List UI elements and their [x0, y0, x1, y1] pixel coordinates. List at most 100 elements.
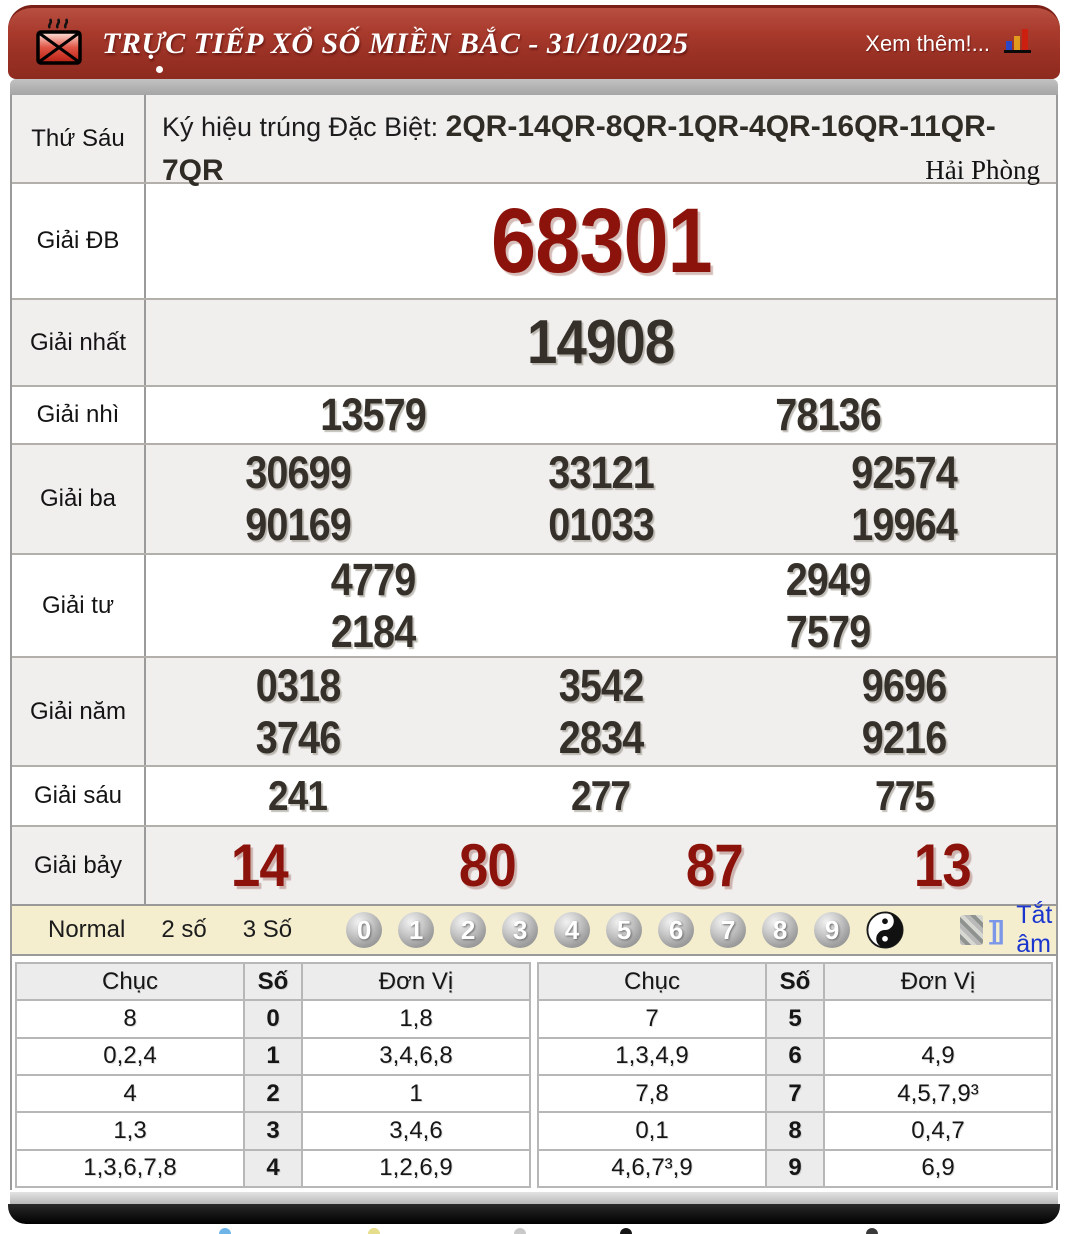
tens-cell: 7,8 [537, 1073, 767, 1114]
table-row: 0,1 8 0,4,7 [537, 1111, 1053, 1151]
tens-cell: 1,3 [15, 1111, 245, 1151]
column-header: Đơn Vị [823, 961, 1053, 1002]
column-header: Chục [537, 961, 767, 1002]
mode-normal-button[interactable]: Normal [30, 916, 143, 944]
prize-number: 87 [686, 832, 744, 899]
column-header: Đơn Vị [301, 961, 531, 1002]
prize-row-second: Giải nhì 13579 78136 [12, 385, 1056, 443]
prize-number: 2834 [558, 711, 644, 763]
page-title: TRỰC TIẾP XỔ SỐ MIỀN BẮC - 31/10/2025 [102, 26, 689, 60]
prize-number: 3746 [255, 711, 340, 763]
digit-ball-8[interactable]: 8 [762, 912, 799, 948]
prize-number: 30699 [244, 447, 352, 498]
mute-control[interactable]: ]] Tắt âm [960, 901, 1065, 959]
mode-3so-button[interactable]: 3 Số [225, 916, 310, 944]
units-cell [823, 999, 1053, 1039]
prize-row-special: Giải ĐB 68301 [12, 182, 1056, 298]
prize-number: 90169 [244, 499, 352, 550]
digit-ball-1[interactable]: 1 [398, 912, 435, 948]
digit-ball-7[interactable]: 7 [710, 912, 747, 948]
column-header: Số [243, 961, 303, 1002]
prize-number: 13579 [320, 389, 428, 440]
table-row: 1,3,6,7,8 4 1,2,6,9 [15, 1148, 531, 1189]
digit-cell: 6 [765, 1036, 825, 1076]
digit-ball-5[interactable]: 5 [606, 912, 643, 948]
digit-cell: 8 [765, 1111, 825, 1151]
prize-number: 13 [913, 832, 972, 899]
prize-number: 7579 [786, 605, 871, 657]
sound-waves-icon: ]] [988, 914, 1004, 945]
prize-label: Giải bảy [12, 827, 146, 904]
yin-yang-icon[interactable] [866, 911, 904, 949]
prize-number: 0318 [255, 659, 340, 711]
units-cell: 1,2,6,9 [301, 1148, 531, 1189]
speaker-icon[interactable] [960, 915, 983, 945]
column-header: Chục [15, 961, 245, 1002]
prize-row-sixth: Giải sáu 241 277 775 [12, 765, 1056, 825]
units-cell: 4,9 [823, 1036, 1053, 1076]
units-cell: 0,4,7 [823, 1111, 1053, 1151]
digit-cell: 2 [243, 1073, 303, 1114]
prize-row-fifth: Giải năm 0318 3542 9696 3746 2834 9216 [12, 656, 1056, 765]
prize-number: 2949 [786, 553, 871, 605]
digit-cell: 1 [243, 1036, 303, 1076]
prize-number: 775 [874, 772, 935, 819]
prize-label: Giải ba [12, 445, 146, 553]
prize-label: Giải nhất [12, 300, 146, 385]
prize-number: 9216 [862, 711, 947, 763]
digit-cell: 7 [765, 1073, 825, 1114]
prize-number: 80 [458, 832, 517, 899]
prize-number: 3542 [558, 659, 644, 711]
prize-row-seventh: Giải bảy 14 80 87 13 [12, 825, 1056, 904]
table-row: 0,2,4 1 3,4,6,8 [15, 1036, 531, 1076]
bar-chart-icon[interactable] [1004, 27, 1034, 60]
digit-balls: 0 1 2 3 4 5 6 7 8 9 [346, 912, 851, 948]
results-table: Thứ Sáu Ký hiệu trúng Đặc Biệt: 2QR-14QR… [10, 95, 1058, 904]
digit-cell: 0 [243, 999, 303, 1039]
digit-ball-9[interactable]: 9 [814, 912, 851, 948]
digit-ball-3[interactable]: 3 [502, 912, 539, 948]
prize-number: 92574 [851, 447, 958, 498]
prize-label: Giải ĐB [12, 184, 146, 298]
partial-icon [368, 1228, 380, 1234]
prize-number: 33121 [548, 447, 655, 498]
tens-cell: 4,6,7³,9 [537, 1148, 767, 1189]
symbol-label: Ký hiệu trúng Đặc Biệt: [162, 112, 446, 142]
table-row: 4,6,7³,9 9 6,9 [537, 1148, 1053, 1189]
digit-table-left: Chục Số Đơn Vị 8 0 1,8 0,2,4 1 3,4,6,8 4… [15, 961, 531, 1189]
tens-cell: 1,3,6,7,8 [15, 1148, 245, 1189]
digit-cell: 3 [243, 1111, 303, 1151]
tens-cell: 8 [15, 999, 245, 1039]
units-cell: 4,5,7,9³ [823, 1073, 1053, 1114]
prize-row-first: Giải nhất 14908 [12, 298, 1056, 385]
info-row: Thứ Sáu Ký hiệu trúng Đặc Biệt: 2QR-14QR… [12, 95, 1056, 187]
table-row: 4 2 1 [15, 1073, 531, 1114]
prize-row-third: Giải ba 30699 33121 92574 90169 01033 19… [12, 443, 1056, 553]
digit-ball-4[interactable]: 4 [554, 912, 591, 948]
prize-number: 2184 [331, 605, 416, 657]
prize-label: Giải nhì [12, 387, 146, 443]
partial-icon [514, 1228, 526, 1234]
see-more-link[interactable]: Xem thêm!... [865, 31, 990, 57]
digit-ball-0[interactable]: 0 [346, 912, 383, 948]
table-row: 7 5 [537, 999, 1053, 1039]
prize-label: Giải sáu [12, 767, 146, 825]
digit-ball-2[interactable]: 2 [450, 912, 487, 948]
tens-cell: 7 [537, 999, 767, 1039]
mute-label[interactable]: Tắt âm [1016, 901, 1065, 959]
tens-cell: 0,2,4 [15, 1036, 245, 1076]
lottery-page: TRỰC TIẾP XỔ SỐ MIỀN BẮC - 31/10/2025 Xe… [0, 0, 1068, 1234]
units-cell: 1,8 [301, 999, 531, 1039]
partial-icon [620, 1228, 632, 1234]
units-cell: 3,4,6,8 [301, 1036, 531, 1076]
prize-number: 277 [571, 772, 631, 819]
day-label: Thứ Sáu [12, 95, 146, 182]
digit-ball-6[interactable]: 6 [658, 912, 695, 948]
mode-2so-button[interactable]: 2 số [143, 916, 224, 944]
prize-number: 241 [268, 772, 328, 819]
digit-table-right: Chục Số Đơn Vị 7 5 1,3,4,9 6 4,9 7,8 7 4… [537, 961, 1053, 1189]
prize-number: 4779 [331, 553, 416, 605]
partial-icon [219, 1228, 231, 1234]
tens-cell: 0,1 [537, 1111, 767, 1151]
envelope-icon [34, 16, 84, 73]
